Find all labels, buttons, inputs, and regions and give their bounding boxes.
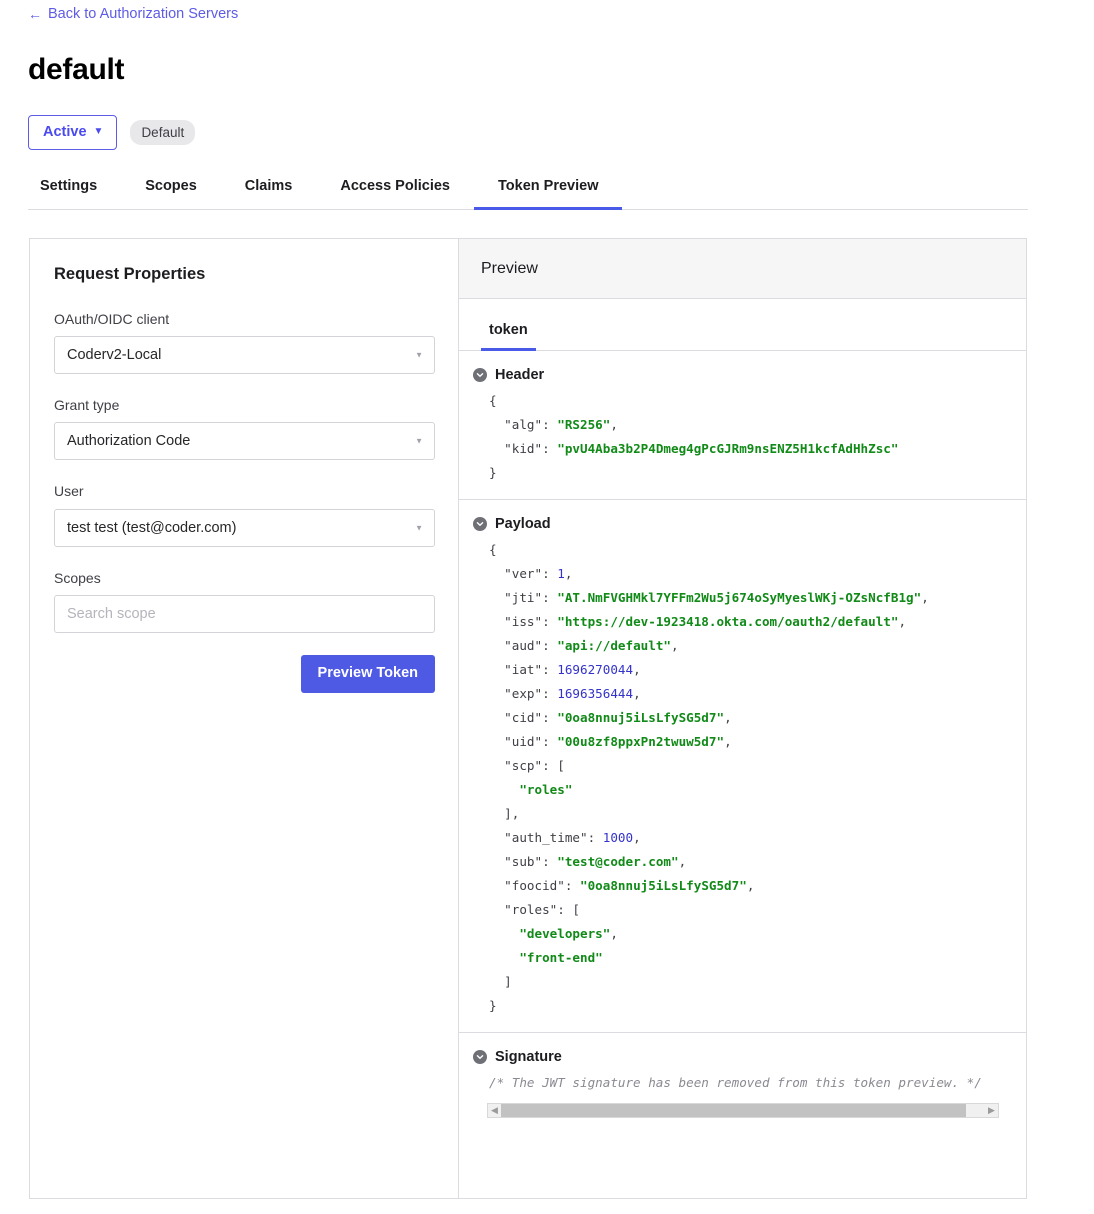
- oauth-oidc-client-label: OAuth/OIDC client: [54, 310, 434, 328]
- chevron-down-icon: ▼: [94, 127, 104, 137]
- preview-panel-title: Preview: [459, 239, 1026, 299]
- status-dropdown-label: Active: [43, 124, 87, 141]
- grant-type-select[interactable]: Authorization Code ▼: [54, 422, 435, 460]
- signature-comment: /* The JWT signature has been removed fr…: [459, 1071, 1026, 1095]
- chevron-down-circle-icon[interactable]: [473, 368, 487, 382]
- tab-settings[interactable]: Settings: [28, 178, 121, 209]
- signature-section-header[interactable]: Signature: [459, 1049, 1026, 1065]
- tab-scopes[interactable]: Scopes: [121, 178, 221, 209]
- header-section-header[interactable]: Header: [459, 367, 1026, 383]
- tab-bar: SettingsScopesClaimsAccess PoliciesToken…: [28, 178, 1028, 210]
- back-link-label: Back to Authorization Servers: [48, 7, 238, 22]
- user-selected-value: test test (test@coder.com): [67, 520, 236, 536]
- page-title: default: [28, 52, 124, 88]
- tab-access-policies[interactable]: Access Policies: [316, 178, 474, 209]
- back-to-authorization-servers-link[interactable]: ← Back to Authorization Servers: [28, 7, 238, 22]
- preview-tab-bar: token: [459, 299, 1026, 351]
- oauth-oidc-client-selected-value: Coderv2-Local: [67, 347, 161, 363]
- field-scopes: Scopes: [54, 569, 434, 633]
- default-badge: Default: [130, 120, 195, 146]
- jwt-section-header: Header { "alg": "RS256", "kid": "pvU4Aba3…: [459, 351, 1026, 500]
- signature-horizontal-scrollbar[interactable]: ◀▶: [487, 1103, 999, 1118]
- user-select[interactable]: test test (test@coder.com) ▼: [54, 509, 435, 547]
- chevron-down-icon: ▼: [415, 437, 423, 446]
- scrollbar-track[interactable]: [501, 1104, 985, 1117]
- status-dropdown-button[interactable]: Active ▼: [28, 115, 117, 150]
- payload-json-body: { "ver": 1, "jti": "AT.NmFVGHMkl7YFFm2Wu…: [459, 538, 1026, 1018]
- scroll-left-arrow-icon[interactable]: ◀: [488, 1104, 501, 1117]
- jwt-section-signature: Signature /* The JWT signature has been r…: [459, 1033, 1026, 1132]
- field-oauth-oidc-client: OAuth/OIDC client Coderv2-Local ▼: [54, 310, 434, 374]
- jwt-section-payload: Payload { "ver": 1, "jti": "AT.NmFVGHMkl7…: [459, 500, 1026, 1033]
- preview-token-button[interactable]: Preview Token: [301, 655, 435, 693]
- jwt-sections: Header { "alg": "RS256", "kid": "pvU4Aba3…: [459, 351, 1026, 1132]
- request-properties-title: Request Properties: [54, 265, 434, 284]
- scrollbar-thumb[interactable]: [501, 1104, 966, 1117]
- grant-type-selected-value: Authorization Code: [67, 433, 190, 449]
- scopes-label: Scopes: [54, 569, 434, 587]
- submit-row: Preview Token: [54, 655, 435, 693]
- chevron-down-circle-icon[interactable]: [473, 517, 487, 531]
- signature-section-label: Signature: [495, 1049, 562, 1065]
- scopes-input[interactable]: [54, 595, 435, 633]
- user-label: User: [54, 482, 434, 500]
- header-section-label: Header: [495, 367, 544, 383]
- chevron-down-icon: ▼: [415, 351, 423, 360]
- token-preview-page: ← Back to Authorization Servers default …: [0, 0, 1094, 1214]
- status-row: Active ▼ Default: [28, 115, 195, 150]
- field-grant-type: Grant type Authorization Code ▼: [54, 396, 434, 460]
- chevron-down-circle-icon[interactable]: [473, 1050, 487, 1064]
- header-json-body: { "alg": "RS256", "kid": "pvU4Aba3b2P4Dm…: [459, 389, 1026, 485]
- grant-type-label: Grant type: [54, 396, 434, 414]
- tab-token-preview[interactable]: Token Preview: [474, 178, 622, 209]
- tab-claims[interactable]: Claims: [221, 178, 317, 209]
- arrow-left-icon: ←: [28, 7, 42, 21]
- scroll-right-arrow-icon[interactable]: ▶: [985, 1104, 998, 1117]
- request-properties-panel: Request Properties OAuth/OIDC client Code…: [30, 239, 459, 1198]
- preview-panel: Preview token Header { "alg": "RS256", "k…: [459, 239, 1026, 1198]
- preview-tab-token[interactable]: token: [481, 322, 536, 350]
- token-preview-card: Request Properties OAuth/OIDC client Code…: [29, 238, 1027, 1199]
- payload-section-header[interactable]: Payload: [459, 516, 1026, 532]
- oauth-oidc-client-select[interactable]: Coderv2-Local ▼: [54, 336, 435, 374]
- payload-section-label: Payload: [495, 516, 551, 532]
- chevron-down-icon: ▼: [415, 523, 423, 532]
- field-user: User test test (test@coder.com) ▼: [54, 482, 434, 546]
